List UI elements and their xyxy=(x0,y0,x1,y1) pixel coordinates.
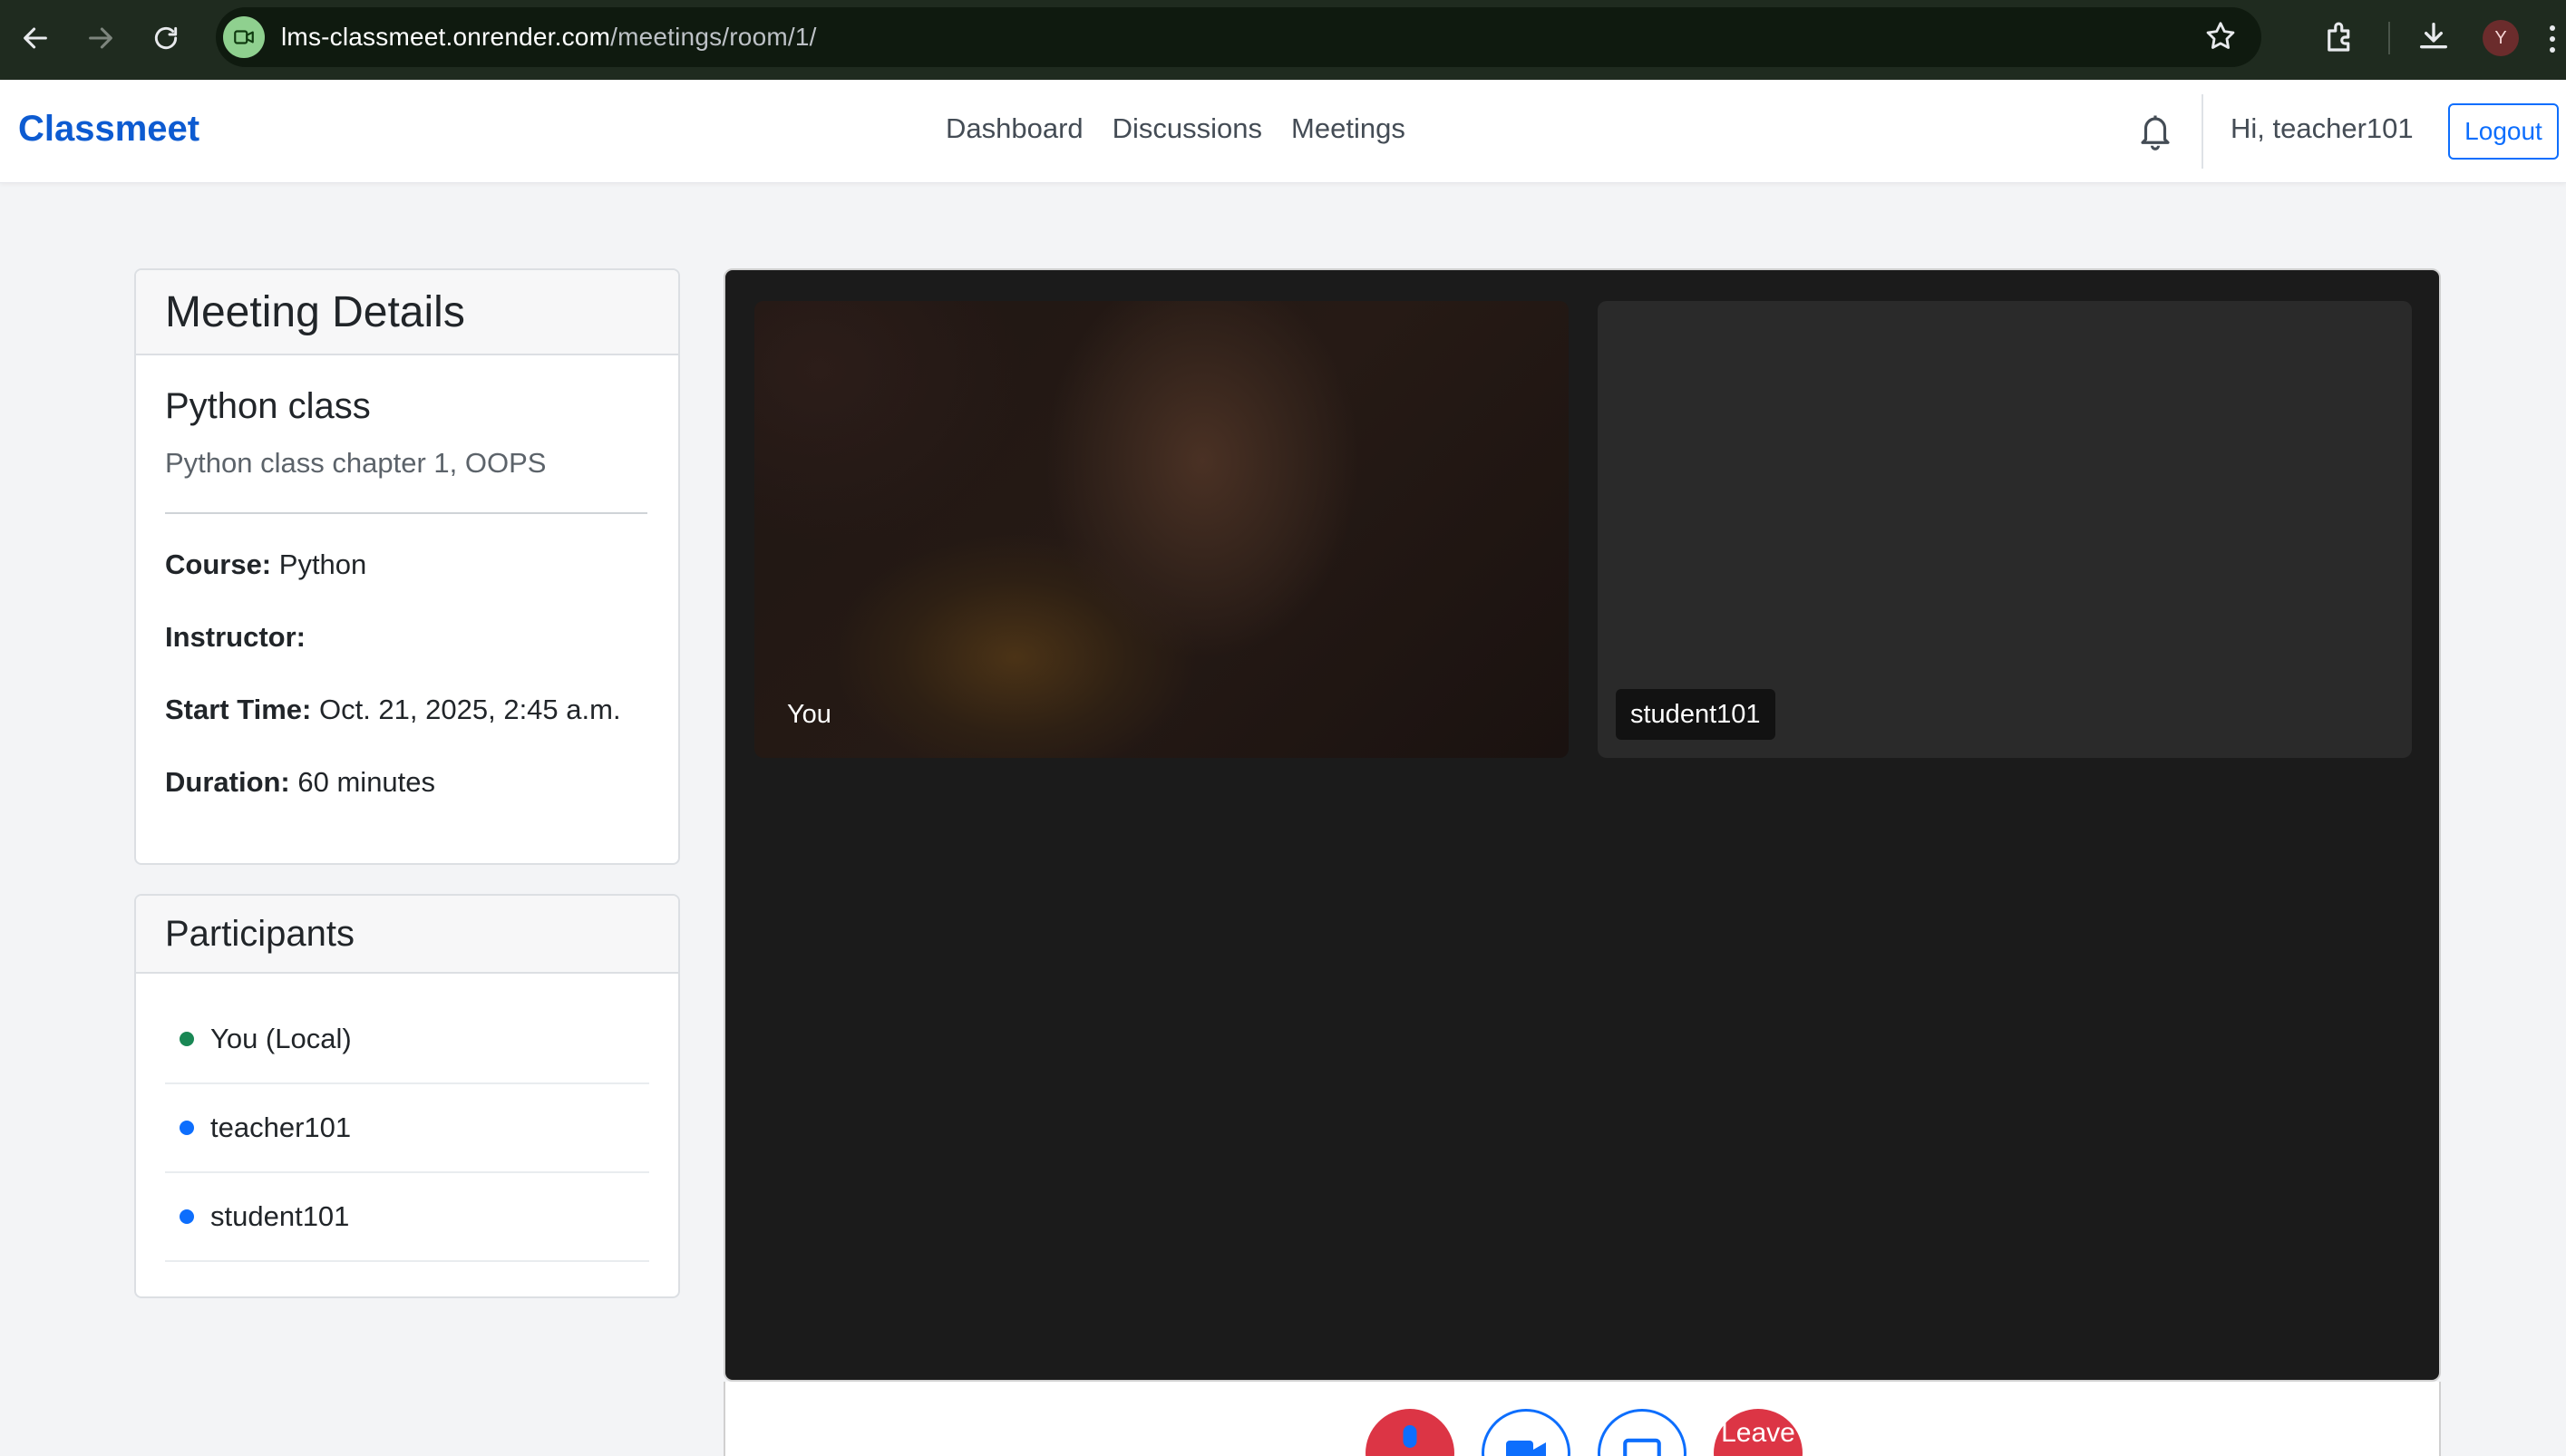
toolbar-divider xyxy=(2388,22,2390,54)
bookmark-star-icon[interactable] xyxy=(2203,19,2238,58)
participant-item: You (Local) xyxy=(165,995,649,1084)
course-row: Course: Python xyxy=(165,548,367,580)
brand-logo[interactable]: Classmeet xyxy=(18,109,199,150)
duration-row: Duration: 60 minutes xyxy=(165,766,436,798)
video-camera-icon xyxy=(1506,1441,1546,1456)
nav-discussions[interactable]: Discussions xyxy=(1113,112,1262,145)
forward-icon[interactable] xyxy=(78,15,123,61)
video-stage: You student101 xyxy=(724,268,2441,1382)
status-dot xyxy=(180,1121,194,1135)
nav-links: Dashboard Discussions Meetings xyxy=(946,112,1405,145)
meeting-controls: Leave xyxy=(724,1382,2441,1456)
status-dot xyxy=(180,1209,194,1224)
notification-bell-icon[interactable] xyxy=(2136,111,2174,157)
browser-toolbar: lms-classmeet.onrender.com/meetings/room… xyxy=(0,0,2566,80)
local-video-label: You xyxy=(787,699,831,729)
details-divider xyxy=(165,512,647,514)
local-video-tile: You xyxy=(754,301,1569,758)
extensions-icon[interactable] xyxy=(2321,18,2359,61)
meeting-details-header: Meeting Details xyxy=(136,270,678,355)
meeting-details-card: Meeting Details Python class Python clas… xyxy=(134,268,680,865)
profile-avatar[interactable]: Y xyxy=(2483,20,2519,56)
participants-card: Participants You (Local) teacher101 stud… xyxy=(134,894,680,1298)
logout-button[interactable]: Logout xyxy=(2448,103,2559,160)
microphone-icon xyxy=(1403,1425,1417,1448)
mic-toggle-button[interactable] xyxy=(1366,1409,1454,1456)
meeting-title: Python class xyxy=(165,386,371,426)
navbar-divider xyxy=(2202,94,2203,169)
remote-video-label: student101 xyxy=(1616,689,1775,740)
site-camera-icon xyxy=(223,16,265,58)
nav-meetings[interactable]: Meetings xyxy=(1291,112,1405,145)
participant-item: teacher101 xyxy=(165,1084,649,1173)
user-greeting: Hi, teacher101 xyxy=(2231,112,2414,144)
start-time-row: Start Time: Oct. 21, 2025, 2:45 a.m. xyxy=(165,694,621,725)
screen-share-icon xyxy=(1623,1438,1661,1456)
meeting-description: Python class chapter 1, OOPS xyxy=(165,447,547,479)
participants-header: Participants xyxy=(136,896,678,974)
screen-share-button[interactable] xyxy=(1598,1409,1686,1456)
back-icon[interactable] xyxy=(13,15,58,61)
camera-toggle-button[interactable] xyxy=(1482,1409,1570,1456)
status-dot xyxy=(180,1032,194,1046)
participants-list: You (Local) teacher101 student101 xyxy=(136,974,678,1262)
participant-item: student101 xyxy=(165,1173,649,1262)
download-icon[interactable] xyxy=(2415,18,2452,59)
menu-dots-icon[interactable] xyxy=(2550,24,2555,54)
address-bar[interactable]: lms-classmeet.onrender.com/meetings/room… xyxy=(216,7,2261,67)
app-navbar: Classmeet Dashboard Discussions Meetings… xyxy=(0,80,2566,183)
remote-video-tile: student101 xyxy=(1598,301,2412,758)
url-text: lms-classmeet.onrender.com/meetings/room… xyxy=(281,23,817,51)
reload-icon[interactable] xyxy=(143,15,189,61)
instructor-row: Instructor: xyxy=(165,621,306,653)
nav-dashboard[interactable]: Dashboard xyxy=(946,112,1084,145)
leave-button[interactable]: Leave xyxy=(1714,1409,1803,1456)
